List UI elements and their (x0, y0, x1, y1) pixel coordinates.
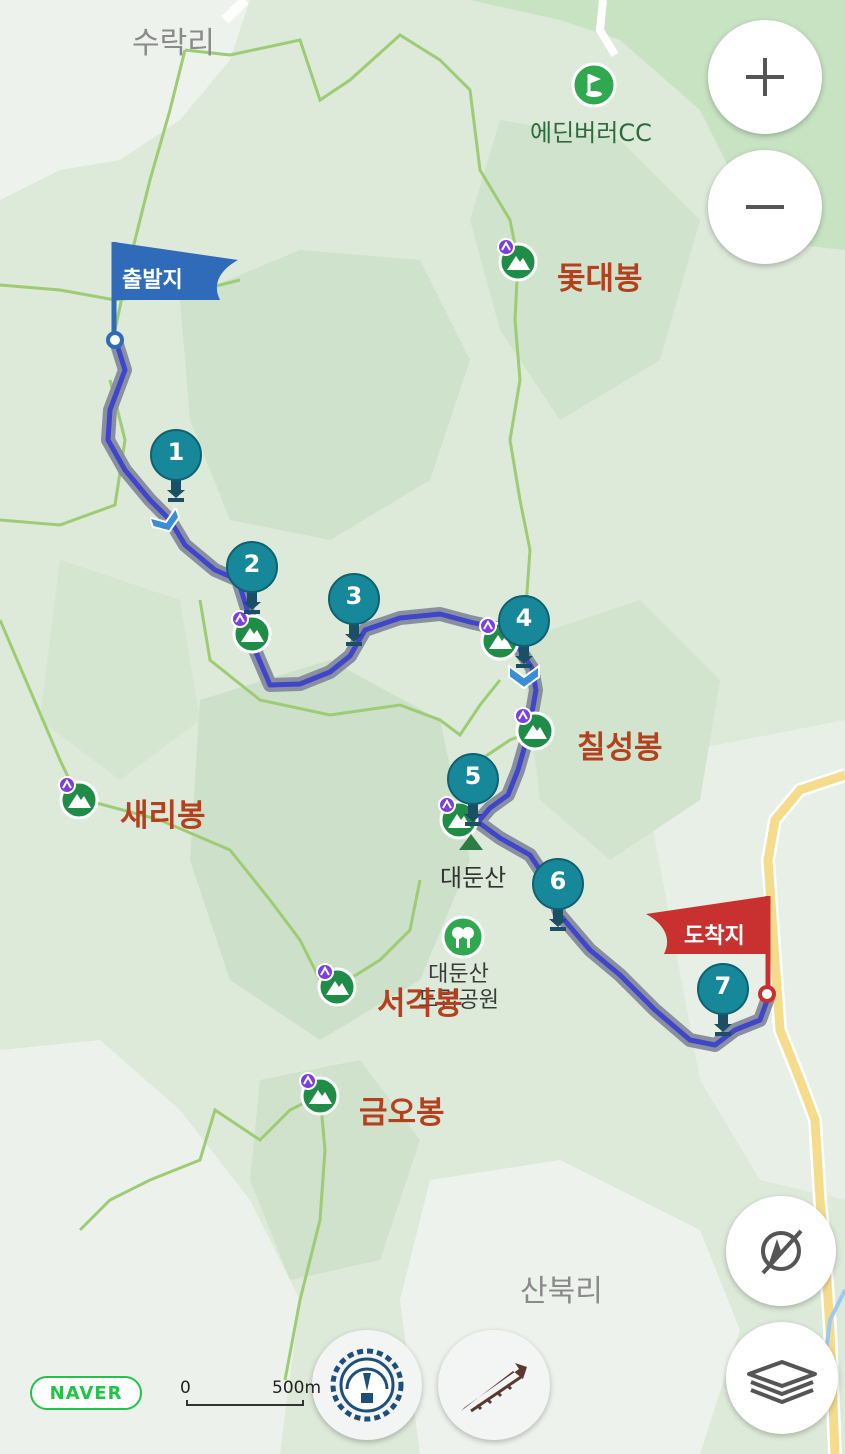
golf-icon[interactable] (571, 62, 617, 108)
start-flag-icon[interactable] (100, 238, 242, 353)
mountain-peak-icon[interactable] (496, 238, 538, 284)
waypoint-marker-6[interactable]: 6 (531, 857, 585, 933)
compass-button[interactable] (726, 1196, 836, 1306)
waypoint-number: 5 (464, 762, 482, 790)
map-view[interactable]: 수락리 산북리 에딘버러CC 돛대봉 칠성봉 새리봉 대둔산 대둔산 도립공원 … (0, 0, 845, 1454)
plus-icon (746, 58, 784, 96)
layers-button[interactable] (726, 1322, 838, 1434)
park-tree-icon[interactable] (441, 915, 485, 959)
waypoint-marker-5[interactable]: 5 (446, 752, 500, 828)
peak-label-seogakbong[interactable]: 서각봉 (377, 978, 463, 1023)
waypoint-number: 1 (167, 438, 185, 466)
scale-zero-label: 0 (180, 1378, 191, 1398)
peak-label-chilseongbong[interactable]: 칠성봉 (577, 722, 663, 767)
waypoint-marker-7[interactable]: 7 (696, 962, 750, 1038)
peak-label-saeribong[interactable]: 새리봉 (120, 790, 206, 835)
speed-settings-button[interactable] (312, 1330, 422, 1440)
village-label-sanbukri: 산북리 (520, 1274, 603, 1309)
naver-logo[interactable]: NAVER (30, 1376, 142, 1410)
peak-label-otdaebong[interactable]: 돛대봉 (557, 253, 643, 298)
map-scale-bar: 0 500m (180, 1378, 321, 1408)
minus-icon (746, 205, 784, 209)
village-label-suraki: 수락리 (132, 26, 215, 61)
waypoint-number: 7 (714, 972, 732, 1000)
waypoint-number: 6 (549, 867, 567, 895)
mountain-peak-icon[interactable] (513, 707, 555, 753)
compass-icon (761, 1229, 803, 1275)
mountain-summit-icon (459, 834, 483, 850)
waypoint-number: 2 (243, 550, 261, 578)
start-flag-label: 출발지 (122, 268, 183, 293)
waypoint-marker-4[interactable]: 4 (497, 594, 551, 670)
waypoint-number: 4 (515, 604, 533, 632)
mountain-label-daedunsan[interactable]: 대둔산 (440, 858, 506, 893)
zoom-in-button[interactable] (708, 20, 822, 134)
waypoint-marker-1[interactable]: 1 (149, 428, 203, 504)
mountain-peak-icon[interactable] (315, 963, 357, 1009)
waypoint-number: 3 (345, 582, 363, 610)
elevation-button[interactable] (438, 1330, 550, 1440)
speedometer-icon (330, 1348, 404, 1422)
golf-course-label[interactable]: 에딘버러CC (530, 113, 652, 148)
mountain-peak-icon[interactable] (298, 1072, 340, 1118)
scale-bar-line (186, 1400, 304, 1406)
waypoint-marker-3[interactable]: 3 (327, 572, 381, 648)
zoom-out-button[interactable] (708, 150, 822, 264)
layers-icon (747, 1360, 817, 1404)
mountain-peak-icon[interactable] (57, 776, 99, 822)
end-flag-label: 도착지 (684, 924, 745, 949)
scale-max-label: 500m (272, 1378, 322, 1398)
peak-label-geumobong[interactable]: 금오봉 (359, 1087, 445, 1132)
elevation-icon (461, 1363, 527, 1413)
waypoint-marker-2[interactable]: 2 (225, 540, 279, 616)
mountain-peak-icon[interactable] (230, 610, 272, 656)
route-direction-icon (150, 508, 181, 533)
